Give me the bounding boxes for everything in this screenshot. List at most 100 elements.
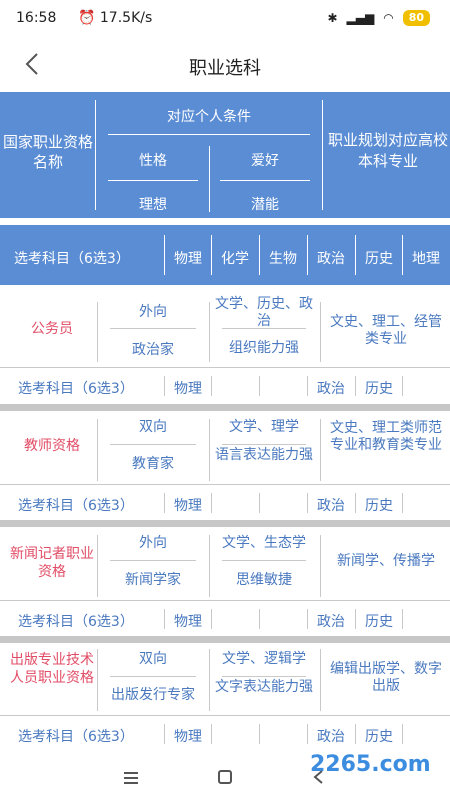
selection-label: 选考科目（6选3） xyxy=(18,498,134,514)
row-divider xyxy=(97,302,98,362)
sel-history: 历史 xyxy=(365,614,393,630)
sel-physics: 物理 xyxy=(174,729,202,745)
subjects-divider xyxy=(307,235,308,275)
career-row[interactable]: 出版专业技术人员职业资格 双向 出版发行专家 文学、逻辑学 文字表达能力强 编辑… xyxy=(0,643,450,755)
sel-physics: 物理 xyxy=(174,614,202,630)
subject-geography: 地理 xyxy=(412,251,440,267)
career-row[interactable]: 公务员 外向 政治家 文学、历史、政治 组织能力强 文史、理工、经管类专业 选考… xyxy=(0,292,450,405)
header-divider xyxy=(209,146,210,212)
ideal: 政治家 xyxy=(132,342,174,358)
header-divider xyxy=(108,180,198,181)
watermark-logo: 2265.com xyxy=(310,752,431,777)
sel-politics: 政治 xyxy=(317,498,345,514)
header-major: 职业规划对应高校本科专业 xyxy=(327,131,448,170)
subjects-header: 选考科目（6选3） 物理 化学 生物 政治 历史 地理 xyxy=(0,225,450,285)
sel-physics: 物理 xyxy=(174,381,202,397)
row-divider xyxy=(110,444,196,445)
ideal: 出版发行专家 xyxy=(111,687,195,703)
header-divider xyxy=(322,100,323,210)
header-divider xyxy=(108,134,310,135)
menu-icon[interactable] xyxy=(124,772,138,784)
status-time: 16:58 xyxy=(16,10,57,26)
wifi-icon: ◠ xyxy=(383,11,394,25)
signal-icon: ▂▄▆ xyxy=(346,11,375,25)
sel-divider xyxy=(259,376,260,396)
sel-divider xyxy=(402,724,403,744)
sel-physics: 物理 xyxy=(174,498,202,514)
personality: 双向 xyxy=(139,651,167,667)
home-icon[interactable] xyxy=(218,770,232,784)
sel-divider xyxy=(211,724,212,744)
career-row[interactable]: 教师资格 双向 教育家 文学、理学 语言表达能力强 文史、理工类师范专业和教育类… xyxy=(0,411,450,521)
nav-bar: 职业选科 xyxy=(0,38,450,92)
header-conditions: 对应个人条件 xyxy=(167,109,251,125)
row-divider xyxy=(110,676,196,677)
sel-history: 历史 xyxy=(365,498,393,514)
row-divider xyxy=(209,535,210,597)
hobby: 文学、理学 xyxy=(229,419,299,435)
row-divider xyxy=(320,302,321,362)
hobby: 文学、逻辑学 xyxy=(222,651,306,667)
header-cert-name: 国家职业资格名称 xyxy=(2,133,93,171)
row-divider xyxy=(110,560,196,561)
row-separator xyxy=(0,520,450,527)
career-name: 教师资格 xyxy=(24,438,80,454)
battery-icon: 80 xyxy=(402,10,430,26)
sel-divider xyxy=(211,376,212,396)
header-potential: 潜能 xyxy=(251,197,279,213)
row-divider xyxy=(320,419,321,481)
sel-history: 历史 xyxy=(365,381,393,397)
sel-divider xyxy=(259,724,260,744)
career-name: 公务员 xyxy=(31,321,73,337)
potential: 语言表达能力强 xyxy=(215,447,313,463)
subjects-divider xyxy=(402,235,403,275)
selection-row: 选考科目（6选3） 物理 政治 历史 xyxy=(0,601,450,637)
sel-politics: 政治 xyxy=(317,729,345,745)
subjects-divider xyxy=(211,235,212,275)
hobby: 文学、历史、政治 xyxy=(215,296,313,329)
sel-divider xyxy=(402,609,403,629)
selection-label: 选考科目（6选3） xyxy=(18,729,134,745)
sel-divider xyxy=(211,609,212,629)
row-divider xyxy=(222,676,306,677)
subject-politics: 政治 xyxy=(317,251,345,267)
sel-politics: 政治 xyxy=(317,614,345,630)
sel-divider xyxy=(402,493,403,513)
header-hobby: 爱好 xyxy=(251,153,279,169)
row-divider xyxy=(320,649,321,711)
row-divider xyxy=(320,535,321,597)
row-separator xyxy=(0,404,450,411)
row-divider xyxy=(222,444,306,445)
personality: 双向 xyxy=(139,419,167,435)
career-name: 新闻记者职业资格 xyxy=(10,546,94,580)
selection-row: 选考科目（6选3） 物理 政治 历史 xyxy=(0,485,450,521)
page-title: 职业选科 xyxy=(189,58,261,79)
row-divider xyxy=(97,535,98,597)
hobby: 文学、生态学 xyxy=(222,535,306,551)
header-ideal: 理想 xyxy=(139,197,167,213)
network-speed-text: 17.5K/s xyxy=(99,10,153,26)
personality: 外向 xyxy=(139,535,167,551)
alarm-icon: ⏰ xyxy=(78,10,96,26)
ideal: 新闻学家 xyxy=(125,572,181,588)
major: 文史、理工、经管类专业 xyxy=(330,314,442,347)
major: 新闻学、传播学 xyxy=(337,553,435,569)
sel-divider xyxy=(259,609,260,629)
row-divider xyxy=(222,560,306,561)
personality: 外向 xyxy=(139,304,167,320)
selection-label: 选考科目（6选3） xyxy=(18,614,134,630)
subjects-divider xyxy=(259,235,260,275)
major: 文史、理工类师范专业和教育类专业 xyxy=(330,420,442,453)
subject-physics: 物理 xyxy=(174,251,202,267)
row-divider xyxy=(222,328,306,329)
row-divider xyxy=(209,649,210,711)
selection-row: 选考科目（6选3） 物理 政治 历史 xyxy=(0,368,450,404)
row-separator xyxy=(0,636,450,643)
ideal: 教育家 xyxy=(132,456,174,472)
header-divider xyxy=(220,180,310,181)
subjects-header-label: 选考科目（6选3） xyxy=(14,251,130,267)
row-divider xyxy=(97,649,98,711)
row-divider xyxy=(209,302,210,362)
row-divider xyxy=(110,328,196,329)
career-row[interactable]: 新闻记者职业资格 外向 新闻学家 文学、生态学 思维敏捷 新闻学、传播学 选考科… xyxy=(0,527,450,637)
